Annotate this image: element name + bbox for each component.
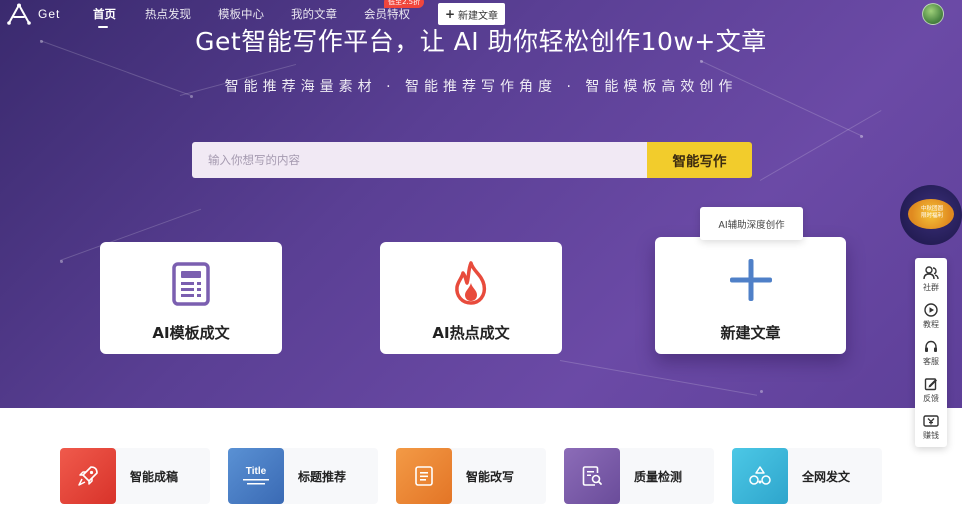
decorative-line: [699, 60, 864, 138]
play-icon: [924, 302, 938, 317]
nav-item-template-center[interactable]: 模板中心: [218, 6, 264, 22]
feature-publish-all[interactable]: 全网发文: [732, 448, 882, 504]
ai-hotspot-card-label: AI热点成文: [432, 324, 510, 342]
side-item-feedback[interactable]: 反馈: [915, 372, 947, 408]
headset-icon: [925, 340, 937, 352]
plus-icon: +: [444, 7, 456, 21]
feature-publish-all-label: 全网发文: [802, 470, 851, 484]
decorative-dot: [60, 260, 63, 263]
promo-text: 中秋团圆 限时福利: [920, 206, 943, 219]
nav-item-vip[interactable]: 会员特权: [364, 6, 410, 22]
search-bar: 智能写作: [192, 142, 752, 178]
ai-assist-tooltip: AI辅助深度创作: [700, 207, 803, 240]
decorative-dot: [860, 135, 863, 138]
hero-title: Get智能写作平台，让 AI 助你轻松创作10w+文章: [195, 27, 767, 56]
side-item-feedback-label: 反馈: [923, 393, 939, 403]
side-item-tutorial[interactable]: 教程: [915, 298, 947, 334]
new-article-card-label: 新建文章: [720, 324, 781, 342]
hero-banner: Get 首页 热点发现 模板中心 我的文章 会员特权 低至2.5折 + 新建文章…: [0, 0, 962, 408]
side-item-tutorial-label: 教程: [923, 319, 939, 329]
feature-title-recommend-label: 标题推荐: [298, 470, 347, 484]
rewrite-icon: [396, 448, 452, 504]
new-article-card[interactable]: 新建文章: [655, 237, 846, 354]
earn-icon: [923, 414, 939, 427]
smart-write-button[interactable]: 智能写作: [647, 142, 752, 178]
promo-badge[interactable]: 中秋团圆 限时福利: [900, 185, 962, 245]
side-item-community-label: 社群: [923, 282, 939, 292]
decorative-dot: [700, 60, 703, 63]
community-icon: [923, 265, 939, 279]
ai-template-card[interactable]: AI模板成文: [100, 242, 282, 354]
template-document-icon: [171, 262, 211, 310]
side-item-support-label: 客服: [923, 356, 939, 366]
nav-item-home[interactable]: 首页: [93, 6, 116, 22]
logo-text: Get: [38, 7, 61, 21]
new-article-button-label: 新建文章: [458, 10, 499, 22]
feedback-icon: [924, 377, 937, 390]
side-item-support[interactable]: 客服: [915, 335, 947, 371]
plus-icon: [728, 257, 774, 307]
decorative-line: [759, 110, 882, 181]
rocket-icon: [60, 448, 116, 504]
feature-smart-draft[interactable]: 智能成稿: [60, 448, 210, 504]
nav-item-hot-topics[interactable]: 热点发现: [145, 6, 191, 22]
publish-icon: [732, 448, 788, 504]
decorative-dot: [760, 390, 763, 393]
ai-hotspot-card[interactable]: AI热点成文: [380, 242, 562, 354]
feature-smart-draft-label: 智能成稿: [130, 470, 179, 484]
feature-title-recommend[interactable]: Title 标题推荐: [228, 448, 378, 504]
feature-quality-check-label: 质量检测: [634, 470, 683, 484]
nav-item-my-articles[interactable]: 我的文章: [291, 6, 337, 22]
title-icon: Title: [228, 448, 284, 504]
side-item-earn[interactable]: 赚钱: [915, 409, 947, 445]
title-tile-text: Title: [245, 465, 267, 477]
quality-check-icon: [564, 448, 620, 504]
decorative-line: [559, 360, 758, 396]
feature-quality-check[interactable]: 质量检测: [564, 448, 714, 504]
feature-smart-rewrite[interactable]: 智能改写: [396, 448, 546, 504]
feature-smart-rewrite-label: 智能改写: [466, 470, 515, 484]
hero-subtitle: 智能推荐海量素材 · 智能推荐写作角度 · 智能模板高效创作: [224, 79, 738, 95]
side-item-community[interactable]: 社群: [915, 261, 947, 297]
ai-template-card-label: AI模板成文: [152, 324, 230, 342]
side-floating-panel: 社群 教程 客服 反馈 赚钱: [915, 258, 947, 447]
vip-discount-badge: 低至2.5折: [384, 0, 425, 8]
side-item-earn-label: 赚钱: [923, 430, 939, 440]
search-input[interactable]: [192, 142, 647, 178]
flame-icon: [451, 260, 491, 310]
